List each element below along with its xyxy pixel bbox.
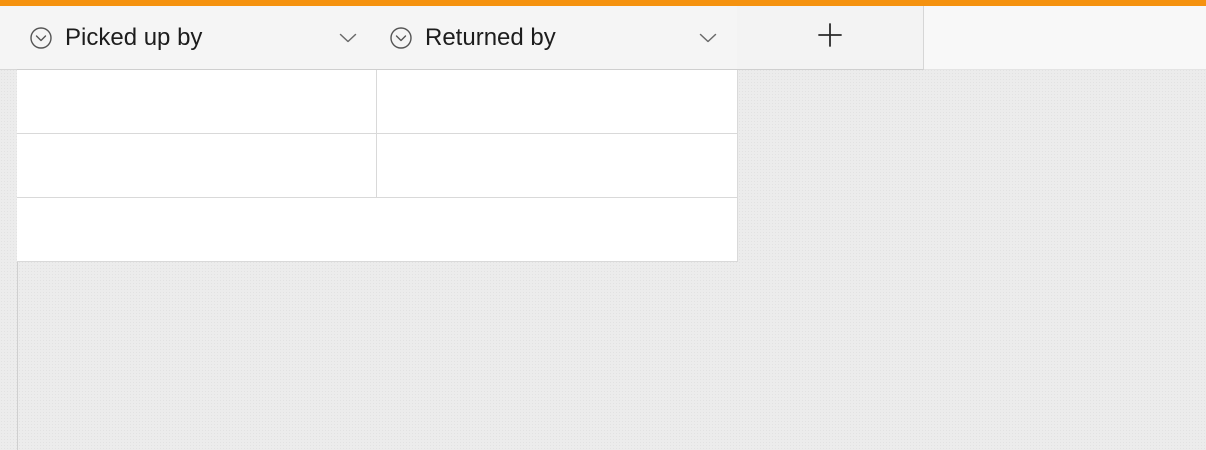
table-cell[interactable] (377, 134, 738, 197)
chevron-down-icon[interactable] (699, 32, 717, 44)
data-grid (17, 70, 738, 262)
add-row-cell[interactable] (17, 198, 738, 261)
circle-chevron-down-icon[interactable] (390, 26, 412, 49)
header-strip-empty (924, 6, 1206, 70)
column-label: Picked up by (65, 23, 203, 51)
table-cell[interactable] (17, 134, 377, 197)
table-cell[interactable] (17, 70, 377, 133)
table-row (17, 134, 738, 198)
add-row[interactable] (17, 198, 738, 262)
column-header-returned-by[interactable]: Returned by (377, 6, 738, 70)
column-header-picked-up-by[interactable]: Picked up by (17, 6, 378, 70)
table-row (17, 70, 738, 134)
chevron-down-icon[interactable] (339, 32, 357, 44)
column-label: Returned by (425, 23, 556, 51)
circle-chevron-down-icon[interactable] (30, 26, 52, 49)
table-cell[interactable] (377, 70, 738, 133)
add-column-button[interactable] (737, 6, 924, 70)
left-gutter (0, 70, 18, 450)
plus-icon (817, 22, 843, 53)
